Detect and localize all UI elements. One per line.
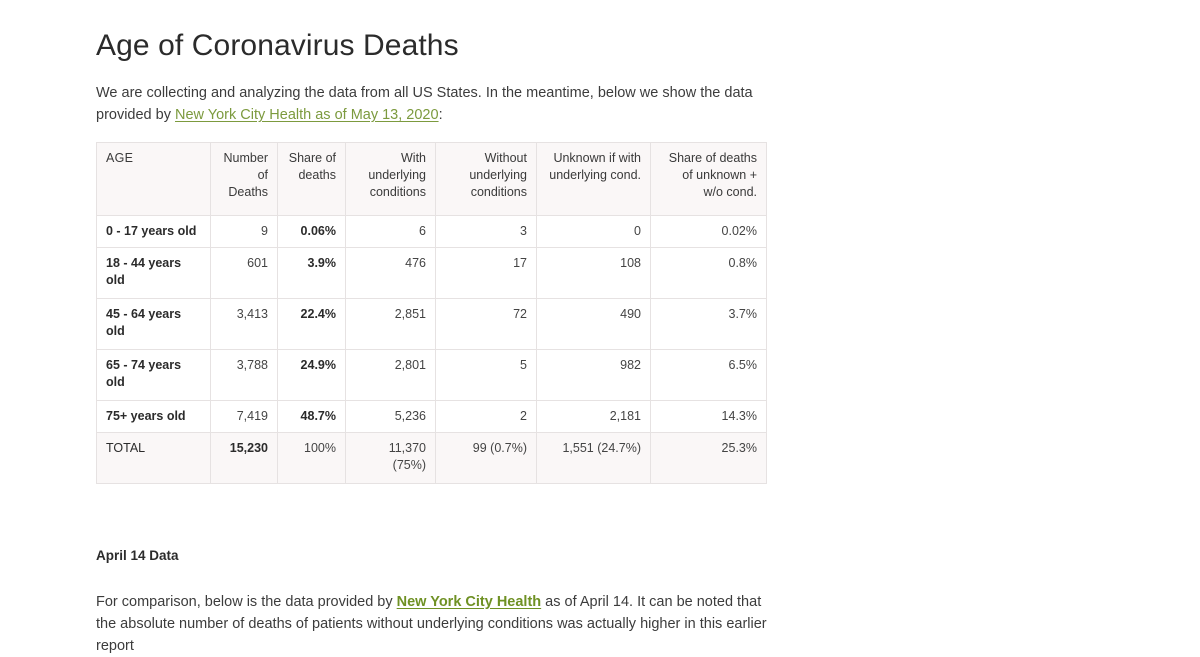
table-body: 0 - 17 years old 9 0.06% 6 3 0 0.02% 18 … <box>96 215 767 484</box>
april-text-before: For comparison, below is the data provid… <box>96 594 397 610</box>
cell-share-of-deaths: 3.9% <box>277 247 346 299</box>
cell-number-of-deaths: 3,788 <box>210 349 278 401</box>
table-row: 65 - 74 years old 3,788 24.9% 2,801 5 98… <box>96 349 767 401</box>
table-header-row: AGE Number of Deaths Share of deaths Wit… <box>96 142 767 216</box>
table-row: 75+ years old 7,419 48.7% 5,236 2 2,181 … <box>96 400 767 433</box>
table-total-row: TOTAL 15,230 100% 11,370 (75%) 99 (0.7%)… <box>96 432 767 484</box>
column-header-without-underlying-conditions: Without underlying conditions <box>435 142 537 216</box>
column-header-unknown-if-with-underlying: Unknown if with underlying cond. <box>536 142 651 216</box>
cell-with-underlying: 5,236 <box>345 400 436 433</box>
cell-unknown-if-with: 982 <box>536 349 651 401</box>
cell-with-underlying: 2,801 <box>345 349 436 401</box>
cell-share-unknown-without: 0.8% <box>650 247 767 299</box>
cell-share-of-deaths: 0.06% <box>277 215 346 248</box>
cell-total-share-of-deaths: 100% <box>277 432 346 484</box>
cell-with-underlying: 476 <box>345 247 436 299</box>
cell-total-label: TOTAL <box>96 432 211 484</box>
cell-without-underlying: 5 <box>435 349 537 401</box>
cell-unknown-if-with: 108 <box>536 247 651 299</box>
cell-age: 65 - 74 years old <box>96 349 211 401</box>
cell-share-unknown-without: 0.02% <box>650 215 767 248</box>
cell-unknown-if-with: 490 <box>536 298 651 350</box>
cell-without-underlying: 2 <box>435 400 537 433</box>
table-row: 45 - 64 years old 3,413 22.4% 2,851 72 4… <box>96 298 767 350</box>
nyc-health-may-link[interactable]: New York City Health as of May 13, 2020 <box>175 107 439 123</box>
column-header-with-underlying-conditions: With underlying conditions <box>345 142 436 216</box>
cell-age: 45 - 64 years old <box>96 298 211 350</box>
cell-total-share-unknown-without: 25.3% <box>650 432 767 484</box>
content-column: Age of Coronavirus Deaths We are collect… <box>96 28 768 657</box>
cell-unknown-if-with: 2,181 <box>536 400 651 433</box>
cell-unknown-if-with: 0 <box>536 215 651 248</box>
cell-age: 18 - 44 years old <box>96 247 211 299</box>
nyc-health-april-link[interactable]: New York City Health <box>397 594 542 610</box>
column-header-share-of-deaths: Share of deaths <box>277 142 346 216</box>
cell-share-of-deaths: 48.7% <box>277 400 346 433</box>
cell-total-without-underlying: 99 (0.7%) <box>435 432 537 484</box>
cell-with-underlying: 2,851 <box>345 298 436 350</box>
table-row: 0 - 17 years old 9 0.06% 6 3 0 0.02% <box>96 215 767 248</box>
cell-number-of-deaths: 3,413 <box>210 298 278 350</box>
april-14-paragraph: For comparison, below is the data provid… <box>96 591 768 657</box>
column-header-number-of-deaths: Number of Deaths <box>210 142 278 216</box>
cell-share-unknown-without: 14.3% <box>650 400 767 433</box>
deaths-by-age-table: AGE Number of Deaths Share of deaths Wit… <box>96 142 767 484</box>
cell-total-unknown-if-with: 1,551 (24.7%) <box>536 432 651 484</box>
cell-with-underlying: 6 <box>345 215 436 248</box>
cell-share-of-deaths: 24.9% <box>277 349 346 401</box>
column-header-age: AGE <box>96 142 211 216</box>
cell-age: 0 - 17 years old <box>96 215 211 248</box>
cell-without-underlying: 17 <box>435 247 537 299</box>
intro-text-after: : <box>438 107 443 123</box>
page-root: Age of Coronavirus Deaths We are collect… <box>0 0 1200 654</box>
cell-without-underlying: 72 <box>435 298 537 350</box>
table-row: 18 - 44 years old 601 3.9% 476 17 108 0.… <box>96 247 767 299</box>
cell-number-of-deaths: 9 <box>210 215 278 248</box>
cell-share-unknown-without: 6.5% <box>650 349 767 401</box>
cell-share-of-deaths: 22.4% <box>277 298 346 350</box>
column-header-share-of-deaths-unknown-plus-without: Share of deaths of unknown + w/o cond. <box>650 142 767 216</box>
table-header: AGE Number of Deaths Share of deaths Wit… <box>96 142 767 216</box>
cell-number-of-deaths: 601 <box>210 247 278 299</box>
cell-without-underlying: 3 <box>435 215 537 248</box>
intro-paragraph: We are collecting and analyzing the data… <box>96 82 768 126</box>
cell-total-with-underlying: 11,370 (75%) <box>345 432 436 484</box>
cell-total-number-of-deaths: 15,230 <box>210 432 278 484</box>
cell-number-of-deaths: 7,419 <box>210 400 278 433</box>
cell-share-unknown-without: 3.7% <box>650 298 767 350</box>
page-title: Age of Coronavirus Deaths <box>96 29 459 62</box>
april-14-data-heading: April 14 Data <box>96 548 179 563</box>
cell-age: 75+ years old <box>96 400 211 433</box>
